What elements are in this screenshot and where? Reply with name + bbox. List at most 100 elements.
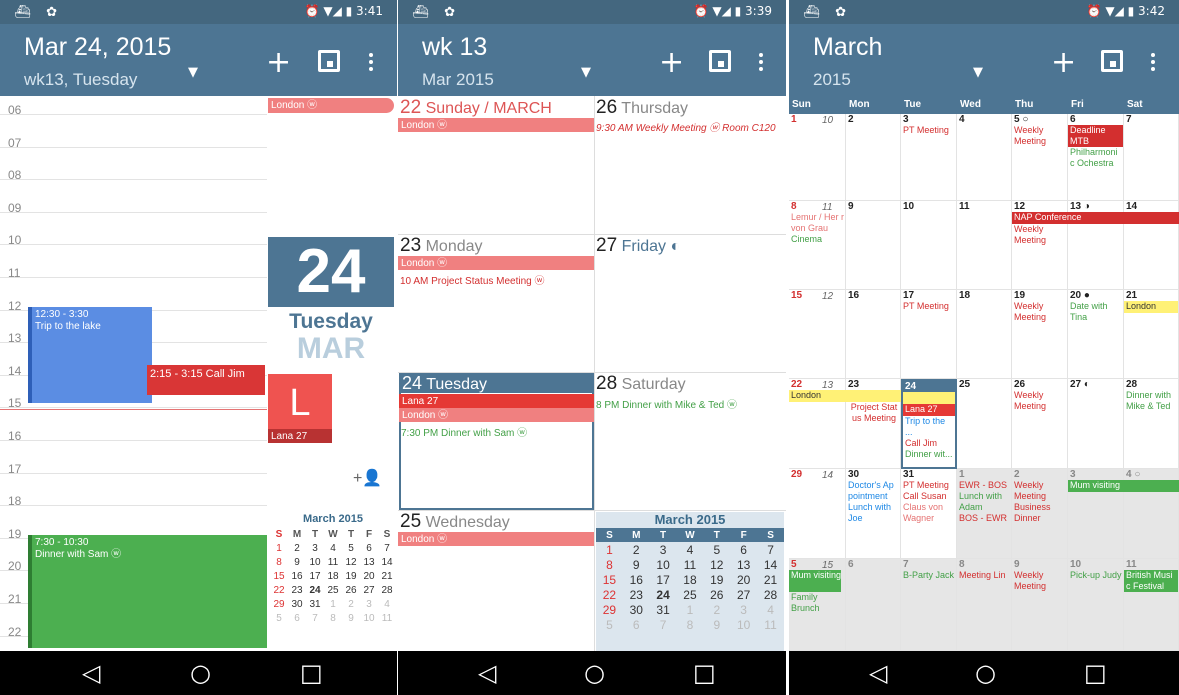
- mini-day[interactable]: 5: [703, 542, 730, 557]
- mini-day[interactable]: 9: [623, 557, 650, 572]
- mini-day[interactable]: 10: [730, 617, 757, 632]
- mini-day[interactable]: 28: [757, 587, 784, 602]
- add-event-icon[interactable]: +: [1051, 48, 1076, 78]
- mini-day[interactable]: 1: [596, 542, 623, 557]
- event-label[interactable]: PT Meeting: [901, 480, 956, 491]
- day-cell[interactable]: 30 Doctor's Ap pointment Lunch with Joe: [846, 469, 901, 559]
- event-label[interactable]: Dinner with Mike & Ted: [1124, 390, 1178, 412]
- recents-icon[interactable]: □: [1084, 661, 1107, 685]
- day-cell[interactable]: 8 Lemur / Her r von Grau Cinema: [789, 201, 846, 290]
- day-cell[interactable]: 25: [957, 379, 1012, 469]
- day-header-24[interactable]: 24 Tuesday: [399, 373, 594, 393]
- event-label[interactable]: Weekly Meeting: [1012, 570, 1067, 592]
- event-label[interactable]: Lunch with Joe: [846, 502, 900, 524]
- event-label[interactable]: B-Party Jack: [901, 570, 956, 581]
- mini-day[interactable]: 10: [306, 555, 324, 569]
- day-cell[interactable]: 9 Weekly Meeting: [1012, 559, 1068, 651]
- day-cell[interactable]: 4: [957, 114, 1012, 201]
- mini-day[interactable]: 30: [623, 602, 650, 617]
- mini-day[interactable]: 22: [596, 587, 623, 602]
- mini-day[interactable]: 10: [360, 611, 378, 625]
- day-cell[interactable]: 22 London: [789, 379, 901, 469]
- event-label[interactable]: Lana 27: [903, 404, 955, 416]
- mini-day[interactable]: 21: [757, 572, 784, 587]
- mini-day[interactable]: 24: [650, 587, 677, 602]
- mini-day[interactable]: 26: [342, 583, 360, 597]
- mini-day[interactable]: 5: [342, 541, 360, 555]
- mini-month-calendar[interactable]: March 2015 S M T W T F S 1 2 3 4 5 6 7 8 9 10 11 12 13 14 15 1…: [270, 511, 396, 649]
- mini-day[interactable]: 29: [270, 597, 288, 611]
- mini-day[interactable]: 7: [306, 611, 324, 625]
- event-label[interactable]: Weekly Meeting: [1012, 224, 1067, 246]
- mini-day[interactable]: 3: [730, 602, 757, 617]
- mini-day[interactable]: 19: [342, 569, 360, 583]
- mini-day[interactable]: 12: [342, 555, 360, 569]
- day-cell[interactable]: 26 Weekly Meeting: [1012, 379, 1068, 469]
- mini-day[interactable]: 25: [677, 587, 704, 602]
- day-cell[interactable]: 1: [789, 114, 846, 201]
- day-cell[interactable]: 5 ○ Weekly Meeting: [1012, 114, 1068, 201]
- home-icon[interactable]: ○: [975, 661, 996, 685]
- event-dinner-mike-ted[interactable]: 8 PM Dinner with Mike & Ted ⓦ: [596, 396, 737, 411]
- mini-day[interactable]: 4: [677, 542, 704, 557]
- home-icon[interactable]: ○: [190, 661, 211, 685]
- mini-day[interactable]: 2: [623, 542, 650, 557]
- mini-day[interactable]: 23: [288, 583, 306, 597]
- day-cell[interactable]: 2: [846, 114, 901, 201]
- mini-month-calendar[interactable]: March 2015 S M T W T F S 1 2 3 4 5 6 7 8 9 10 11 12 13 14 15 1…: [596, 512, 784, 651]
- mini-day[interactable]: 8: [677, 617, 704, 632]
- mini-day[interactable]: 7: [757, 542, 784, 557]
- day-cell[interactable]: 11 British Musi c Festival: [1124, 559, 1179, 651]
- event-project-status-meeting[interactable]: 10 AM Project Status Meeting ⓦ: [400, 272, 545, 287]
- event-london[interactable]: London ⓦ: [399, 408, 594, 422]
- overflow-menu-icon[interactable]: [759, 53, 763, 74]
- mini-day[interactable]: 6: [730, 542, 757, 557]
- overflow-menu-icon[interactable]: [369, 53, 373, 74]
- mini-day[interactable]: 7: [378, 541, 396, 555]
- mini-day[interactable]: 26: [703, 587, 730, 602]
- contact-avatar-lana[interactable]: L: [268, 374, 332, 429]
- week-subtitle[interactable]: Mar 2015: [422, 70, 494, 90]
- event-label[interactable]: Project Stat us Meeting: [846, 402, 900, 424]
- mini-day[interactable]: 31: [650, 602, 677, 617]
- mini-day[interactable]: 5: [270, 611, 288, 625]
- event-label[interactable]: Trip to the ...: [903, 416, 955, 438]
- event-label[interactable]: Meeting Lin: [957, 570, 1011, 581]
- mini-day[interactable]: 18: [677, 572, 704, 587]
- event-label[interactable]: Claus von Wagner: [901, 502, 956, 524]
- event-label[interactable]: Family Brunch: [789, 592, 845, 614]
- day-cell[interactable]: 9: [846, 201, 901, 290]
- day-cell[interactable]: 3 PT Meeting: [901, 114, 957, 201]
- day-cell[interactable]: 24 Lana 27 Trip to the ... Call Jim Dinner w…: [901, 379, 957, 469]
- event-label[interactable]: British Musi c Festival: [1124, 570, 1178, 592]
- date-title[interactable]: Mar 24, 2015: [24, 33, 171, 62]
- mini-day[interactable]: 13: [730, 557, 757, 572]
- mini-day[interactable]: 6: [288, 611, 306, 625]
- event-london[interactable]: London ⓦ: [398, 532, 594, 546]
- event-label[interactable]: NAP Conference: [1012, 212, 1179, 224]
- day-cell[interactable]: 8 Meeting Lin: [957, 559, 1012, 651]
- mini-day[interactable]: 11: [378, 611, 396, 625]
- day-cell[interactable]: 11: [957, 201, 1012, 290]
- mini-day[interactable]: 29: [596, 602, 623, 617]
- event-label[interactable]: Lemur / Her r von Grau: [789, 212, 845, 234]
- mini-day[interactable]: 27: [730, 587, 757, 602]
- day-cell[interactable]: 2 Weekly Meeting Business Dinner: [1012, 469, 1068, 559]
- day-cell[interactable]: 20 ● Date with Tina: [1068, 290, 1124, 379]
- day-cell[interactable]: 12 NAP Conference Weekly Meeting: [1012, 201, 1179, 290]
- day-cell[interactable]: 10: [901, 201, 957, 290]
- year-subtitle[interactable]: 2015: [813, 70, 851, 90]
- event-label[interactable]: Pick-up Judy: [1068, 570, 1123, 581]
- day-cell[interactable]: 17 PT Meeting: [901, 290, 957, 379]
- mini-day[interactable]: 16: [623, 572, 650, 587]
- mini-day[interactable]: 2: [342, 597, 360, 611]
- event-label[interactable]: London: [789, 390, 901, 402]
- mini-day[interactable]: 5: [596, 617, 623, 632]
- add-event-icon[interactable]: +: [659, 48, 684, 78]
- day-cell[interactable]: 16: [846, 290, 901, 379]
- date-subtitle[interactable]: wk13, Tuesday: [24, 70, 137, 90]
- birthday-lana[interactable]: Lana 27: [268, 429, 332, 443]
- week-title[interactable]: wk 13: [422, 33, 487, 62]
- day-cell[interactable]: 19 Weekly Meeting: [1012, 290, 1068, 379]
- add-event-icon[interactable]: +: [266, 48, 291, 78]
